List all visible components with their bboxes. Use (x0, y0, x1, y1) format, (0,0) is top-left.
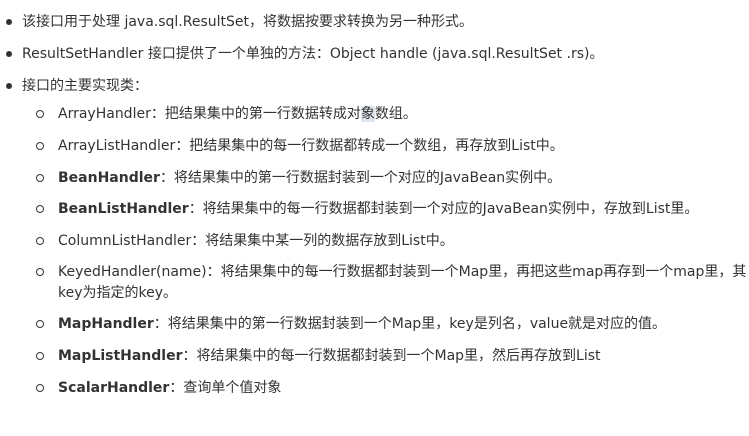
handler-name: ArrayListHandler (58, 138, 176, 154)
bullet-text: 接口的主要实现类： (22, 78, 148, 94)
disc-bullet-icon (6, 83, 12, 89)
handler-name: ArrayHandler (58, 106, 151, 122)
list-item: ArrayHandler：把结果集中的第一行数据转成对象数组。 (36, 104, 748, 125)
circle-bullet-icon (36, 205, 44, 213)
handler-description: ：将结果集中的第一行数据封装到一个对应的JavaBean实例中。 (159, 170, 562, 186)
handler-name: MapHandler (58, 316, 154, 332)
handler-name: ColumnListHandler (58, 233, 192, 249)
handler-description: ：将结果集中的每一行数据都封装到一个Map里，然后再存放到List (182, 348, 601, 364)
handler-description-end: 数组。 (374, 106, 417, 122)
handler-description: ：把结果集中的第一行数据转成对 (150, 106, 361, 122)
handler-description: ：将结果集中的每一行数据都封装到一个对应的JavaBean实例中，存放到List… (188, 201, 699, 217)
disc-bullet-icon (6, 51, 12, 57)
handler-description: ：把结果集中的每一行数据都转成一个数组，再存放到List中。 (175, 138, 564, 154)
circle-bullet-icon (36, 384, 44, 392)
handler-description: ：将结果集中某一列的数据存放到List中。 (191, 233, 454, 249)
handler-name: KeyedHandler(name) (58, 264, 207, 280)
list-item: BeanListHandler：将结果集中的每一行数据都封装到一个对应的Java… (36, 199, 748, 220)
bullet-item: 接口的主要实现类： (0, 76, 148, 96)
bullet-item: ResultSetHandler 接口提供了一个单独的方法：Object han… (0, 44, 603, 64)
bullet-text: 该接口用于处理 java.sql.ResultSet，将数据按要求转换为另一种形… (22, 14, 473, 30)
list-item: MapHandler：将结果集中的第一行数据封装到一个Map里，key是列名，v… (36, 314, 748, 335)
circle-bullet-icon (36, 237, 44, 245)
list-item: BeanHandler：将结果集中的第一行数据封装到一个对应的JavaBean实… (36, 168, 748, 189)
circle-bullet-icon (36, 110, 44, 118)
circle-bullet-icon (36, 174, 44, 182)
list-item: ColumnListHandler：将结果集中某一列的数据存放到List中。 (36, 231, 748, 252)
handler-name: MapListHandler (58, 348, 183, 364)
circle-bullet-icon (36, 268, 44, 276)
circle-bullet-icon (36, 142, 44, 150)
handler-name: BeanHandler (58, 170, 160, 186)
list-item: KeyedHandler(name)：将结果集中的每一行数据都封装到一个Map里… (36, 262, 748, 304)
disc-bullet-icon (6, 19, 12, 25)
text-selection-highlight: 象 (360, 106, 375, 122)
circle-bullet-icon (36, 352, 44, 360)
handler-description: ：将结果集中的第一行数据封装到一个Map里，key是列名，value就是对应的值… (153, 316, 667, 332)
list-item: MapListHandler：将结果集中的每一行数据都封装到一个Map里，然后再… (36, 346, 748, 367)
bullet-item: 该接口用于处理 java.sql.ResultSet，将数据按要求转换为另一种形… (0, 12, 473, 32)
circle-bullet-icon (36, 320, 44, 328)
bullet-text: ResultSetHandler 接口提供了一个单独的方法：Object han… (22, 46, 604, 62)
handler-name: ScalarHandler (58, 380, 170, 396)
handler-description: ：查询单个值对象 (169, 380, 282, 396)
list-item: ScalarHandler：查询单个值对象 (36, 378, 748, 399)
handler-name: BeanListHandler (58, 201, 189, 217)
document-body: 该接口用于处理 java.sql.ResultSet，将数据按要求转换为另一种形… (0, 0, 749, 436)
list-item: ArrayListHandler：把结果集中的每一行数据都转成一个数组，再存放到… (36, 136, 748, 157)
